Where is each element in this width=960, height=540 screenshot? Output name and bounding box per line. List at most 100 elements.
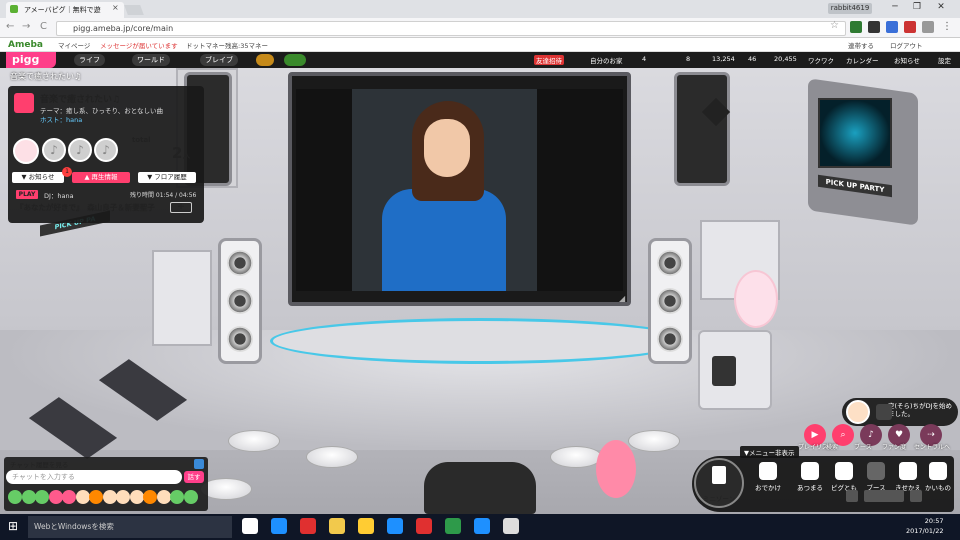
add-song-button[interactable]: +	[170, 202, 192, 213]
expand-chat-icon[interactable]	[194, 459, 204, 469]
tab-floor-history[interactable]: ▼ フロア履歴	[138, 172, 196, 183]
nav-world[interactable]: ワールド	[132, 54, 170, 66]
forward-button[interactable]: →	[22, 21, 30, 32]
start-button[interactable]: ⊞	[8, 519, 18, 533]
room-host-link[interactable]: ホスト：hana	[40, 114, 82, 124]
maximize-button[interactable]: ❐	[906, 2, 928, 12]
emote-button[interactable]	[75, 490, 90, 504]
taskbar-app-icon[interactable]	[300, 518, 316, 534]
notice-avatar[interactable]	[846, 400, 870, 424]
taskbar-app-icon[interactable]	[358, 518, 374, 534]
logout-link[interactable]: ログアウト	[890, 40, 923, 50]
url-input[interactable]: pigg.ameba.jp/core/main	[56, 21, 846, 36]
emote-button[interactable]	[170, 490, 184, 504]
taskbar-app-icon[interactable]	[271, 518, 287, 534]
menu-icon[interactable]: ⋮	[942, 21, 952, 32]
camera-icon[interactable]	[876, 404, 892, 420]
stool[interactable]	[306, 446, 358, 468]
nav-extra-icon[interactable]	[256, 54, 274, 66]
emote-button[interactable]	[102, 490, 117, 504]
menu-button-2[interactable]: あつまる	[794, 462, 826, 492]
taskbar-app-icon[interactable]	[416, 518, 432, 534]
emote-button[interactable]	[62, 490, 76, 504]
emote-button[interactable]	[21, 490, 36, 504]
stool[interactable]	[550, 446, 602, 468]
extension-icon[interactable]	[904, 21, 916, 33]
nav-life[interactable]: ライフ	[74, 54, 105, 66]
player-avatar[interactable]	[596, 440, 636, 498]
pigg-logo[interactable]: pigg	[6, 52, 56, 68]
wakuwaku-link[interactable]: ワクワク	[808, 55, 834, 65]
chat-input[interactable]: チャットを入力する	[6, 470, 182, 484]
notice-link[interactable]: お知らせ	[894, 55, 920, 65]
extension-icon[interactable]	[886, 21, 898, 33]
extension-icon[interactable]	[850, 21, 862, 33]
tab-play-info[interactable]: ▲ 再生情報	[72, 172, 130, 183]
back-button[interactable]: ←	[6, 21, 14, 32]
video-letterbox	[537, 89, 623, 291]
volume-slider[interactable]	[864, 490, 904, 502]
emote-button[interactable]	[143, 490, 157, 504]
music-video[interactable]	[352, 89, 537, 291]
tab-close-icon[interactable]: ×	[112, 3, 119, 12]
nav-brave[interactable]: ブレイブ	[200, 54, 238, 66]
taskbar-app-icon[interactable]	[242, 518, 258, 534]
menu-button-1[interactable]: おでかけ	[752, 462, 784, 492]
gold-count: 20,455	[774, 55, 797, 63]
chat-history-link[interactable]: チャット履歴を見る	[10, 459, 68, 469]
pickup-tv-screen[interactable]	[818, 98, 892, 168]
minimize-button[interactable]: ─	[884, 2, 906, 12]
menu-button-5[interactable]: きせかえ	[892, 462, 924, 492]
booth-avatar[interactable]	[734, 270, 778, 328]
mini-control-icon[interactable]	[846, 490, 858, 502]
emote-button[interactable]	[183, 490, 198, 504]
stool[interactable]	[228, 430, 280, 452]
bookmark-star-icon[interactable]: ☆	[830, 20, 842, 32]
ameba-logo[interactable]: Ameba	[8, 40, 43, 50]
taskbar-app-icon[interactable]	[387, 518, 403, 534]
browser-user-label[interactable]: rabbit4619	[828, 3, 872, 14]
mini-control-icon[interactable]	[910, 490, 922, 502]
stool[interactable]	[628, 430, 680, 452]
mypage-link[interactable]: マイページ	[58, 40, 90, 50]
total-count: 2人	[172, 144, 191, 162]
settings-link[interactable]: 設定	[938, 55, 951, 65]
taskbar-clock[interactable]: 20:57 2017/01/22	[906, 516, 943, 536]
member-avatar[interactable]	[13, 138, 39, 164]
menu-button-label: おでかけ	[755, 484, 781, 492]
extension-icon[interactable]	[922, 21, 934, 33]
menu-button-3[interactable]: ピグとも	[828, 462, 860, 492]
connect-link[interactable]: 連帯する	[848, 40, 874, 50]
taskbar-app-icon[interactable]	[445, 518, 461, 534]
emote-button[interactable]	[129, 490, 144, 504]
menu-button-label: あつまる	[797, 484, 823, 492]
emote-button[interactable]	[156, 490, 171, 504]
taskbar-app-icon[interactable]	[474, 518, 490, 534]
chat-send-button[interactable]: 話す	[184, 471, 204, 483]
taskbar-app-icon[interactable]	[503, 518, 519, 534]
emote-button[interactable]	[8, 490, 22, 504]
emote-button[interactable]	[48, 490, 63, 504]
nav-extra-icon[interactable]	[284, 54, 306, 66]
taskbar-app-icon[interactable]	[329, 518, 345, 534]
invite-friend-button[interactable]: 友達招待	[534, 55, 564, 65]
new-tab-button[interactable]	[124, 5, 144, 15]
menu-button-4[interactable]: ブース	[860, 462, 892, 492]
message-link[interactable]: メッセージが届いています	[100, 40, 178, 50]
reload-button[interactable]: C	[40, 21, 47, 32]
dotmoney-link[interactable]: ドットマネー残高:35マネー	[186, 40, 268, 50]
my-home-link[interactable]: 自分のお家	[590, 55, 623, 65]
resize-handle-icon[interactable]: ◢	[619, 294, 625, 303]
menu-button-6[interactable]: かいもの	[922, 462, 954, 492]
extension-icon[interactable]	[868, 21, 880, 33]
calendar-link[interactable]: カレンダー	[846, 55, 879, 65]
emote-button[interactable]	[35, 490, 49, 504]
tab-title: アメーバピグ｜無料で遊	[24, 6, 101, 14]
stat-count: 4	[642, 55, 647, 63]
close-window-button[interactable]: ✕	[930, 2, 952, 12]
browser-tab[interactable]: アメーバピグ｜無料で遊	[6, 2, 124, 18]
taskbar-search[interactable]: WebとWindowsを検索	[28, 516, 232, 538]
emote-button[interactable]	[116, 490, 130, 504]
tab-notice[interactable]: ▼ お知らせ	[12, 172, 64, 183]
emote-button[interactable]	[89, 490, 103, 504]
